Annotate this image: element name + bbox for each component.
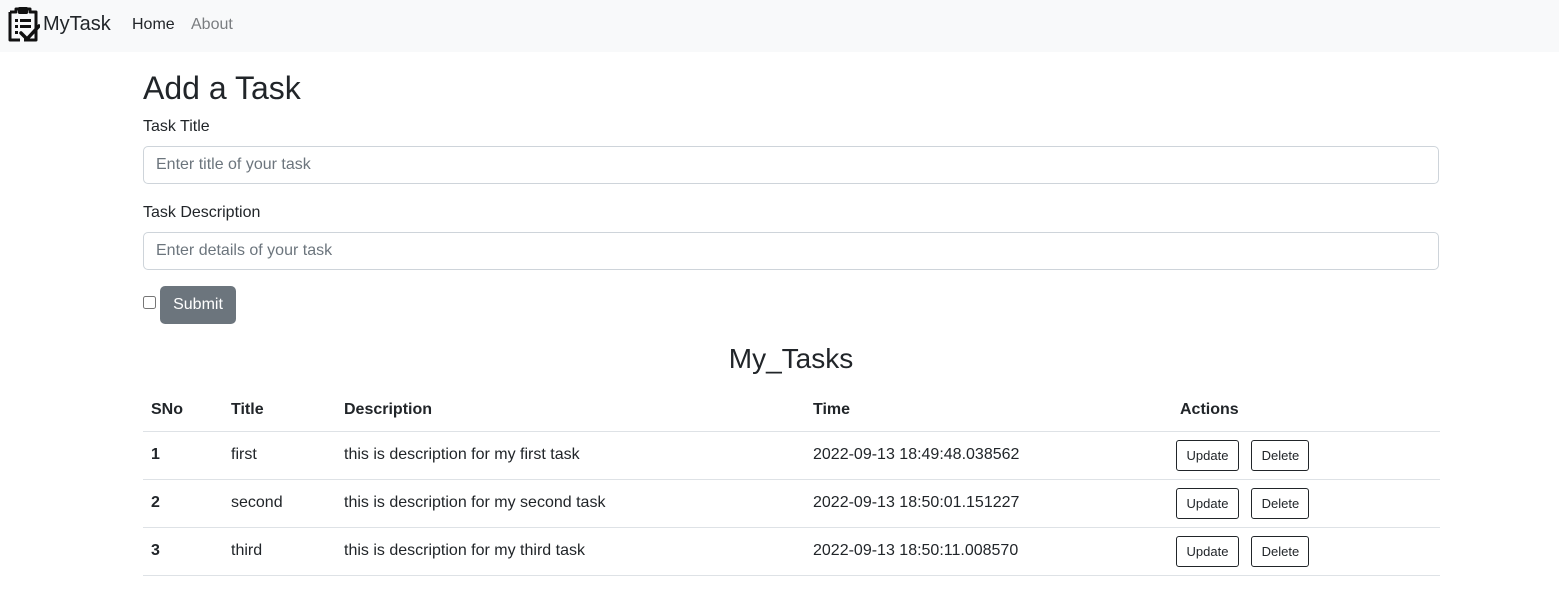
cell-sno: 3 [143, 527, 223, 576]
cell-actions: Update Delete [1172, 479, 1440, 528]
column-header-description: Description [336, 390, 805, 432]
update-button[interactable]: Update [1176, 487, 1239, 519]
delete-button[interactable]: Delete [1251, 439, 1310, 471]
task-title-input[interactable] [143, 146, 1439, 184]
update-button[interactable]: Update [1176, 439, 1239, 471]
submit-button[interactable]: Submit [160, 286, 236, 324]
table-row: 2 second this is description for my seco… [143, 479, 1440, 528]
cell-actions: Update Delete [1172, 431, 1440, 480]
tasks-table: SNo Title Description Time Actions 1 fir… [143, 390, 1440, 576]
page-title: Add a Task [143, 70, 301, 106]
navbar: MyTask Home About [0, 0, 1559, 52]
cell-description: this is description for my second task [336, 479, 805, 528]
cell-title: second [223, 479, 336, 528]
table-row: 1 first this is description for my first… [143, 431, 1440, 480]
nav-link-about[interactable]: About [191, 14, 233, 36]
nav-link-home[interactable]: Home [132, 14, 175, 36]
column-header-title: Title [223, 390, 336, 432]
update-button[interactable]: Update [1176, 535, 1239, 567]
brand-link[interactable]: MyTask [6, 5, 111, 43]
cell-description: this is description for my third task [336, 527, 805, 576]
table-body: 1 first this is description for my first… [143, 431, 1440, 576]
column-header-time: Time [805, 390, 1172, 432]
form-checkbox[interactable] [143, 296, 156, 309]
column-header-sno: SNo [143, 390, 223, 432]
tasks-heading: My_Tasks [728, 343, 854, 374]
column-header-actions: Actions [1172, 390, 1440, 432]
clipboard-check-icon [8, 7, 40, 42]
table-header: SNo Title Description Time Actions [143, 390, 1440, 432]
cell-time: 2022-09-13 18:50:11.008570 [805, 527, 1172, 576]
cell-time: 2022-09-13 18:49:48.038562 [805, 431, 1172, 480]
brand-name: MyTask [43, 12, 111, 35]
cell-title: first [223, 431, 336, 480]
cell-sno: 1 [143, 431, 223, 480]
cell-time: 2022-09-13 18:50:01.151227 [805, 479, 1172, 528]
cell-actions: Update Delete [1172, 527, 1440, 576]
cell-title: third [223, 527, 336, 576]
delete-button[interactable]: Delete [1251, 487, 1310, 519]
delete-button[interactable]: Delete [1251, 535, 1310, 567]
cell-sno: 2 [143, 479, 223, 528]
task-description-input[interactable] [143, 232, 1439, 270]
table-header-row: SNo Title Description Time Actions [143, 390, 1440, 432]
table-row: 3 third this is description for my third… [143, 527, 1440, 576]
task-title-label: Task Title [143, 118, 210, 135]
cell-description: this is description for my first task [336, 431, 805, 480]
task-description-label: Task Description [143, 204, 261, 221]
